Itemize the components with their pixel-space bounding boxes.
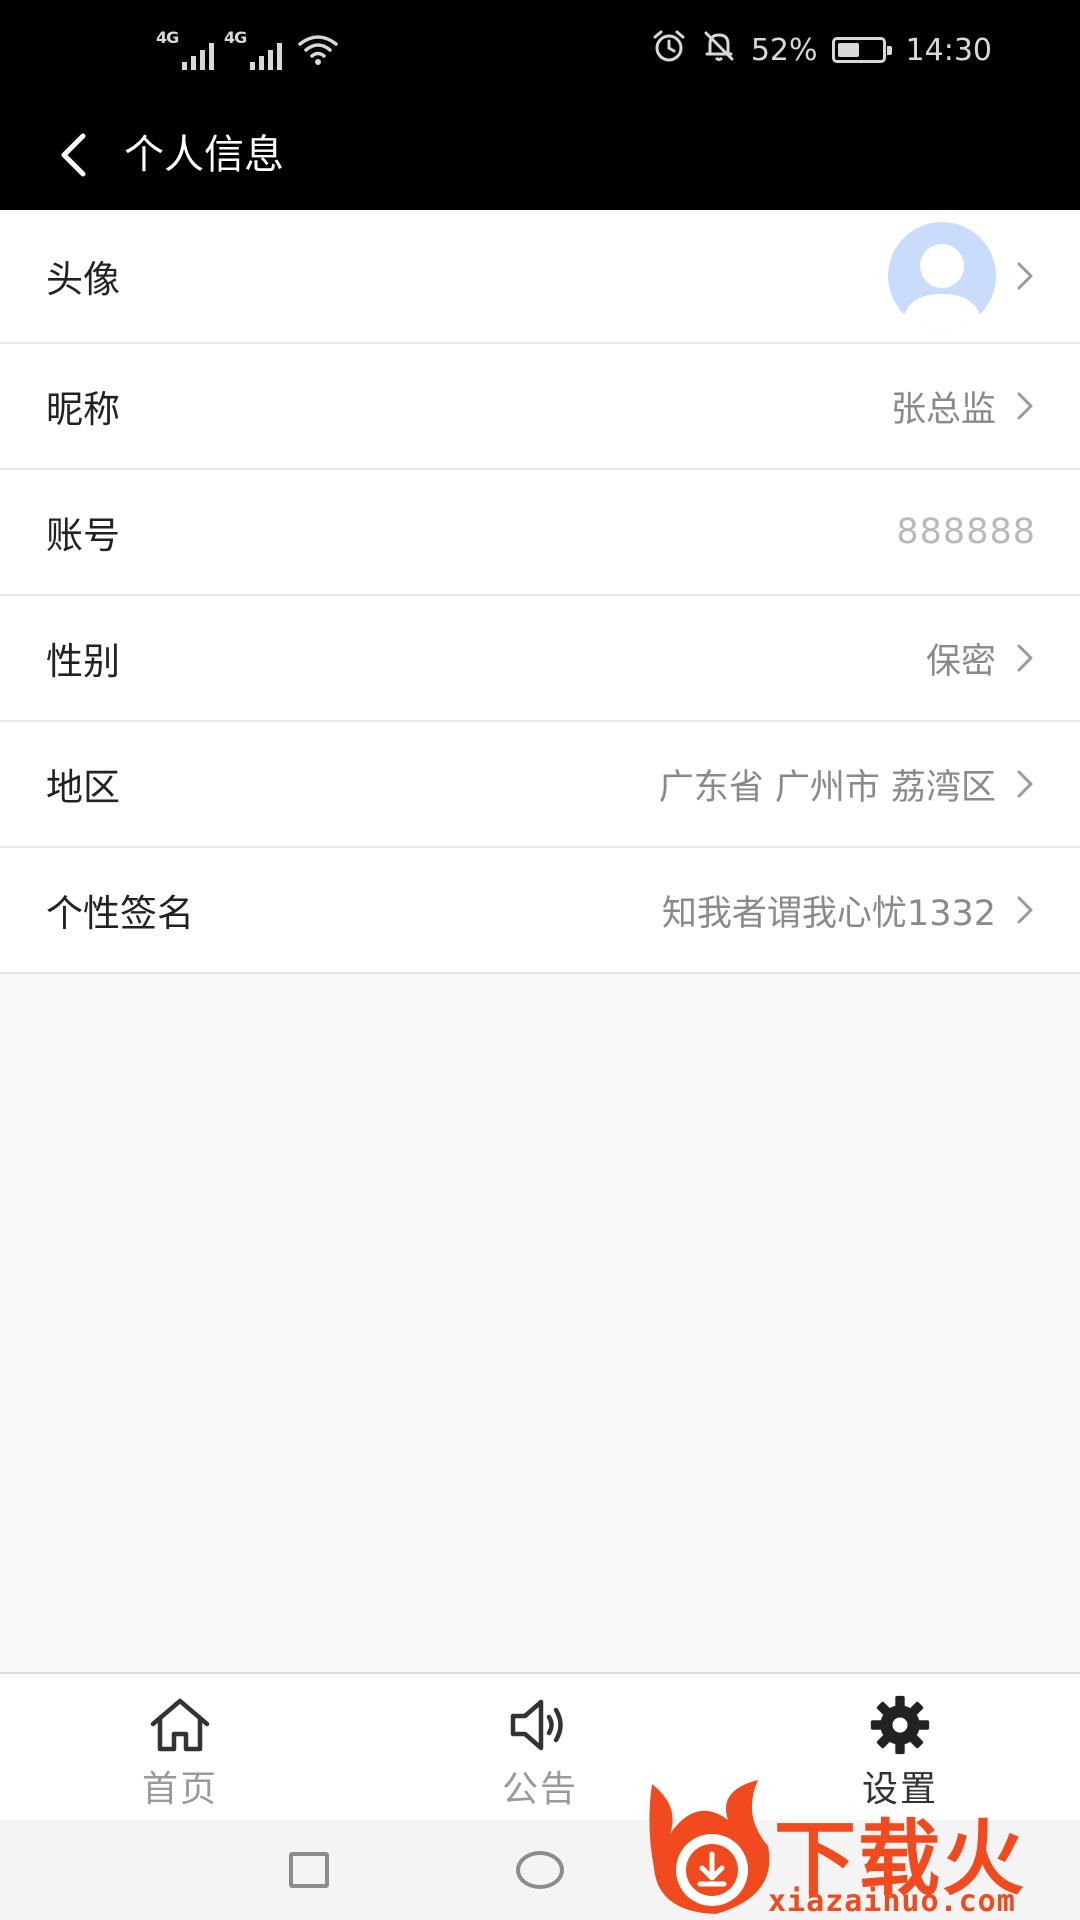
network-type-label: 4G	[156, 28, 179, 47]
chevron-right-icon	[1014, 389, 1036, 423]
page-title: 个人信息	[124, 132, 284, 178]
back-arrow-icon	[61, 133, 86, 177]
account-label: 账号	[46, 514, 120, 557]
region-value: 广东省 广州市 荔湾区	[658, 767, 996, 808]
nav-item-home[interactable]: 首页	[0, 1674, 360, 1820]
nav-label-announcements: 公告	[501, 1769, 578, 1810]
account-value: 888888	[896, 512, 1036, 552]
signature-value: 知我者谓我心忧1332	[661, 893, 996, 934]
nickname-value: 张总监	[890, 389, 996, 430]
clock-time: 14:30	[905, 32, 992, 68]
account-row-right: 888888	[896, 512, 1036, 552]
chevron-right-icon	[1014, 893, 1036, 927]
bottom-nav: 首页 公告 设置	[0, 1672, 1080, 1820]
nickname-label: 昵称	[46, 388, 120, 431]
account-row: 账号 888888	[0, 470, 1080, 596]
gender-value: 保密	[925, 641, 996, 682]
signature-row-right: 知我者谓我心忧1332	[662, 885, 1036, 936]
default-user-icon	[902, 244, 982, 330]
battery-icon	[831, 37, 892, 63]
avatar-row-right	[888, 222, 1036, 330]
status-left: 4G 4G	[156, 28, 338, 70]
battery-fill	[837, 43, 860, 57]
signature-row[interactable]: 个性签名 知我者谓我心忧1332	[0, 848, 1080, 974]
network-type-label: 4G	[224, 28, 247, 47]
region-label: 地区	[46, 766, 120, 809]
avatar	[888, 222, 996, 330]
wifi-icon	[298, 34, 338, 70]
nickname-row-right: 张总监	[891, 381, 1036, 432]
recent-apps-button[interactable]	[289, 1852, 329, 1888]
home-icon	[146, 1694, 214, 1756]
signature-label: 个性签名	[46, 892, 194, 935]
region-row[interactable]: 地区 广东省 广州市 荔湾区	[0, 722, 1080, 848]
signal-bars-icon	[182, 40, 214, 70]
title-bar: 个人信息	[0, 100, 1080, 210]
profile-info-list: 头像 昵称 张总监 账号 888888 性别 保密 地区 广东省 广州市 荔湾区…	[0, 210, 1080, 974]
region-row-right: 广东省 广州市 荔湾区	[659, 759, 1036, 810]
alarm-icon	[651, 28, 687, 72]
status-right: 52% 14:30	[651, 26, 992, 74]
chevron-right-icon	[1014, 767, 1036, 801]
nickname-row[interactable]: 昵称 张总监	[0, 344, 1080, 470]
avatar-label: 头像	[46, 258, 120, 301]
gender-label: 性别	[46, 640, 120, 683]
chevron-right-icon	[1014, 259, 1036, 293]
mute-bell-icon	[701, 28, 737, 72]
back-button[interactable]	[40, 122, 106, 188]
battery-percent: 52%	[750, 32, 818, 68]
status-bar: 4G 4G 52% 14:30	[0, 0, 1080, 100]
gender-row[interactable]: 性别 保密	[0, 596, 1080, 722]
screen: 4G 4G 52% 14:30 个人信息 头像 昵称 张总监 账号 888888…	[0, 0, 1080, 1920]
avatar-row[interactable]: 头像	[0, 210, 1080, 344]
nav-item-settings[interactable]: 设置	[720, 1674, 1080, 1820]
chevron-right-icon	[1014, 641, 1036, 675]
cellular-signal-1: 4G	[156, 28, 214, 70]
signal-bars-icon	[250, 40, 282, 70]
speaker-icon	[506, 1694, 574, 1756]
nav-label-settings: 设置	[861, 1769, 938, 1810]
gear-icon	[866, 1694, 934, 1756]
system-nav-bar	[0, 1820, 1080, 1920]
nav-item-announcements[interactable]: 公告	[360, 1674, 720, 1820]
system-home-button[interactable]	[516, 1851, 564, 1889]
cellular-signal-2: 4G	[224, 28, 282, 70]
gender-row-right: 保密	[926, 633, 1036, 684]
nav-label-home: 首页	[141, 1769, 218, 1810]
